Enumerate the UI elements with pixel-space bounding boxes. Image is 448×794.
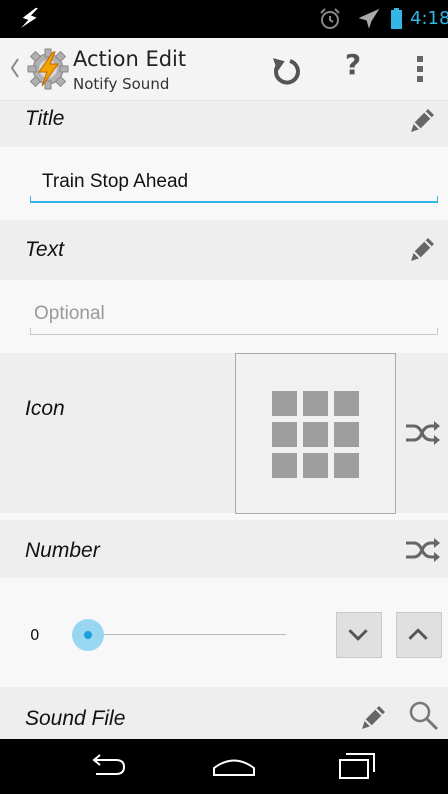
tasker-app-icon <box>27 48 69 90</box>
decrement-button[interactable] <box>336 612 382 658</box>
status-bar: 4:18 <box>0 0 448 38</box>
slider-value: 0 <box>30 626 40 644</box>
text-input-underline-left-tick <box>30 328 31 335</box>
home-icon[interactable] <box>210 751 258 781</box>
text-label: Text <box>25 238 64 261</box>
action-bar: Action Edit Notify Sound ? <box>0 38 448 101</box>
help-icon[interactable]: ? <box>336 48 370 88</box>
system-navigation-bar <box>0 739 448 794</box>
text-input-underline-right-tick <box>437 328 438 335</box>
recent-apps-icon[interactable] <box>334 749 378 781</box>
up-navigation[interactable]: Action Edit Notify Sound <box>0 38 230 100</box>
airplane-mode-icon <box>358 8 380 29</box>
text-input-placeholder: Optional <box>34 303 105 324</box>
back-icon[interactable] <box>86 751 130 781</box>
text-input[interactable]: Optional <box>30 299 440 335</box>
number-section: Number <box>0 520 448 578</box>
text-section: Text <box>0 220 448 280</box>
number-label: Number <box>25 539 100 562</box>
title-input-underline-right-tick <box>437 196 438 203</box>
title-section: Title <box>0 101 448 147</box>
shuffle-icon[interactable] <box>404 535 440 565</box>
edit-pencil-icon[interactable] <box>405 233 439 267</box>
icon-picker-box[interactable] <box>235 353 396 514</box>
flash-icon <box>21 7 38 28</box>
number-slider-row: 0 <box>0 593 448 681</box>
icon-label: Icon <box>25 397 65 420</box>
search-icon[interactable] <box>407 699 441 733</box>
undo-icon[interactable] <box>266 50 306 90</box>
slider-track[interactable] <box>75 634 286 635</box>
chevron-down-icon <box>348 629 368 641</box>
sound-file-section: Sound File <box>0 687 448 739</box>
title-input[interactable]: Train Stop Ahead <box>30 167 440 203</box>
title-input-value: Train Stop Ahead <box>42 171 189 192</box>
battery-icon <box>391 8 402 29</box>
edit-pencil-icon[interactable] <box>405 104 439 138</box>
chevron-up-icon <box>408 628 428 640</box>
sound-file-label: Sound File <box>25 707 126 730</box>
shuffle-icon[interactable] <box>404 418 440 448</box>
title-label: Title <box>25 107 65 130</box>
alarm-clock-icon <box>320 8 340 29</box>
apps-grid-icon <box>272 391 360 479</box>
edit-pencil-icon[interactable] <box>356 701 390 735</box>
title-input-underline <box>30 201 438 203</box>
increment-button[interactable] <box>396 612 442 658</box>
action-bar-subtitle: Notify Sound <box>73 75 170 93</box>
action-bar-title: Action Edit <box>73 47 187 71</box>
status-time: 4:18 <box>410 8 448 29</box>
slider-thumb[interactable] <box>72 619 104 651</box>
text-input-underline <box>30 334 438 335</box>
app-screen: 4:18 Action Edit Notify Sound ? Title Tr… <box>0 0 448 794</box>
overflow-menu-icon[interactable] <box>410 52 430 86</box>
up-chevron-icon <box>10 58 19 78</box>
title-input-underline-left-tick <box>30 196 31 203</box>
